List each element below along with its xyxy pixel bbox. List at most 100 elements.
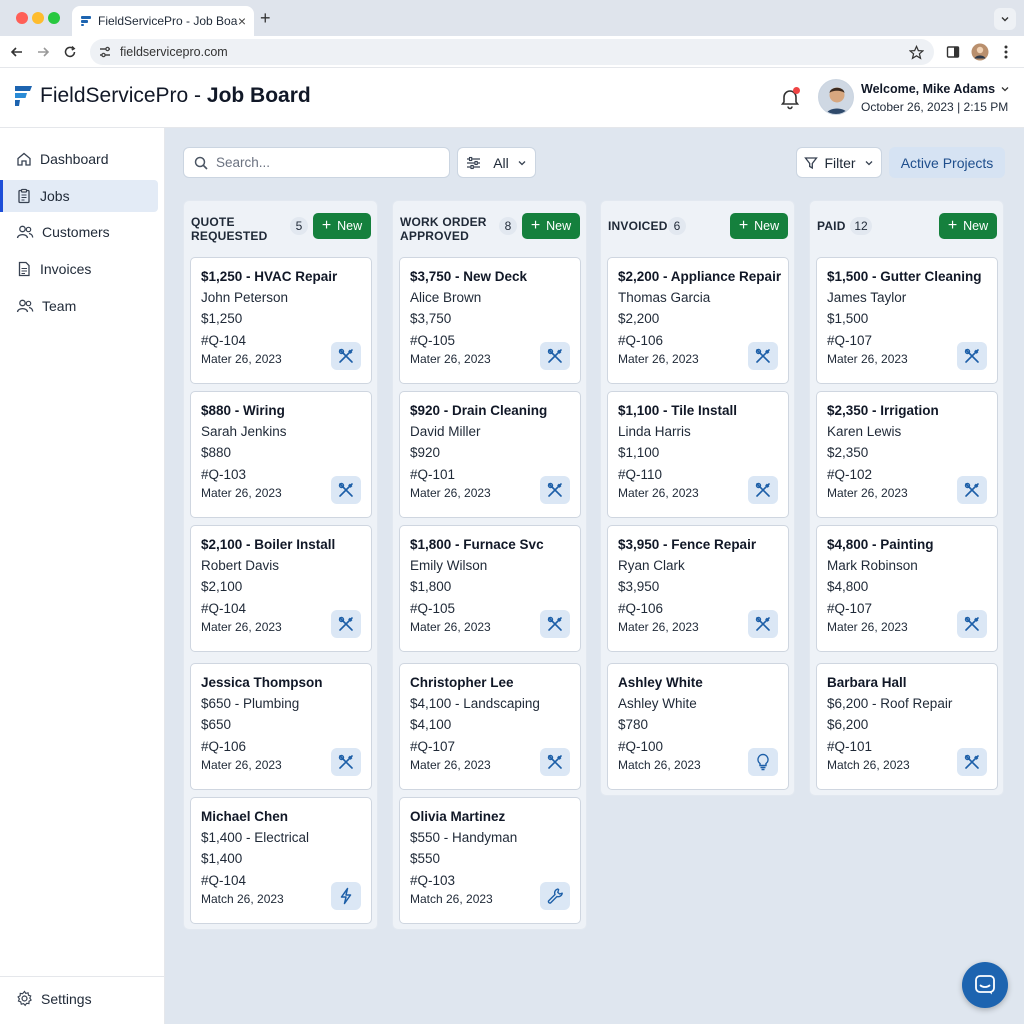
view-select[interactable]: All bbox=[457, 147, 536, 178]
tab-menu-button[interactable] bbox=[994, 8, 1016, 30]
job-card[interactable]: $2,200 - Appliance Repair Thomas Garcia $2… bbox=[607, 257, 789, 384]
chat-button[interactable] bbox=[962, 962, 1008, 1008]
column-title: QUOTE REQUESTED bbox=[191, 215, 268, 243]
tools-icon[interactable] bbox=[331, 748, 361, 776]
tools-icon[interactable] bbox=[748, 610, 778, 638]
filter-label: Filter bbox=[824, 154, 856, 171]
new-job-button[interactable]: + New bbox=[522, 213, 580, 239]
avatar[interactable] bbox=[818, 79, 854, 115]
url-field[interactable]: fieldservicepro.com bbox=[90, 39, 934, 65]
new-job-button[interactable]: + New bbox=[313, 213, 371, 239]
search-box[interactable] bbox=[183, 147, 450, 178]
tools-icon[interactable] bbox=[331, 342, 361, 370]
lightbulb-icon[interactable] bbox=[748, 748, 778, 776]
sidebar-item-customers[interactable]: Customers bbox=[0, 216, 158, 248]
job-card[interactable]: $2,100 - Boiler Install Robert Davis $2,10… bbox=[190, 525, 372, 652]
welcome-text: Welcome, Mike Adams bbox=[861, 82, 996, 96]
tools-icon[interactable] bbox=[748, 476, 778, 504]
bookmark-star-button[interactable] bbox=[906, 42, 926, 62]
browser-tab[interactable]: FieldServicePro - Job Board × bbox=[72, 6, 254, 36]
new-job-button[interactable]: + New bbox=[939, 213, 997, 239]
settings-link[interactable]: Settings bbox=[16, 990, 92, 1007]
card-subtitle: $6,200 - Roof Repair bbox=[827, 696, 953, 711]
job-card[interactable]: Olivia Martinez $550 - Handyman $550 #Q-103… bbox=[399, 797, 581, 924]
job-card[interactable]: $3,950 - Fence Repair Ryan Clark $3,950 #Q-… bbox=[607, 525, 789, 652]
tools-icon[interactable] bbox=[957, 476, 987, 504]
tools-icon[interactable] bbox=[957, 342, 987, 370]
wrench-icon[interactable] bbox=[540, 882, 570, 910]
column-count: 5 bbox=[290, 217, 308, 235]
window-maximize-dot[interactable] bbox=[48, 12, 60, 24]
forward-button[interactable] bbox=[33, 42, 53, 62]
job-card[interactable]: Christopher Lee $4,100 - Landscaping $4,10… bbox=[399, 663, 581, 790]
active-projects-button[interactable]: Active Projects bbox=[889, 147, 1005, 178]
tools-icon[interactable] bbox=[540, 748, 570, 776]
job-card[interactable]: $3,750 - New Deck Alice Brown $3,750 #Q-105… bbox=[399, 257, 581, 384]
chevron-down-icon bbox=[1001, 87, 1009, 92]
job-card[interactable]: Michael Chen $1,400 - Electrical $1,400 #Q-… bbox=[190, 797, 372, 924]
profile-button[interactable] bbox=[970, 42, 990, 62]
reload-button[interactable] bbox=[60, 42, 80, 62]
sidebar-item-label: Jobs bbox=[40, 188, 70, 204]
tools-icon[interactable] bbox=[748, 342, 778, 370]
tools-icon[interactable] bbox=[331, 610, 361, 638]
board-column: WORK ORDER APPROVED 8 + New $3,750 - New Dec… bbox=[392, 200, 587, 930]
side-panel-button[interactable] bbox=[943, 42, 963, 62]
sidebar-item-label: Invoices bbox=[40, 261, 92, 277]
job-card[interactable]: $4,800 - Painting Mark Robinson $4,800 #Q-1… bbox=[816, 525, 998, 652]
tools-icon[interactable] bbox=[331, 476, 361, 504]
card-title: $880 - Wiring bbox=[201, 403, 285, 418]
filter-icon bbox=[804, 156, 819, 169]
new-job-button[interactable]: + New bbox=[730, 213, 788, 239]
card-amount: $780 bbox=[618, 717, 649, 732]
page-title: FieldServicePro - Job Board bbox=[40, 84, 311, 108]
job-card[interactable]: $1,250 - HVAC Repair John Peterson $1,250 #… bbox=[190, 257, 372, 384]
tab-close-icon[interactable]: × bbox=[238, 13, 246, 29]
logo-icon bbox=[15, 86, 32, 106]
job-card[interactable]: Ashley White Ashley White $780 #Q-100 Match … bbox=[607, 663, 789, 790]
lightning-icon[interactable] bbox=[331, 882, 361, 910]
window-minimize-dot[interactable] bbox=[32, 12, 44, 24]
back-button[interactable] bbox=[7, 42, 27, 62]
brand[interactable]: FieldServicePro - Job Board bbox=[12, 84, 311, 108]
card-subtitle: John Peterson bbox=[201, 290, 289, 305]
sidebar-item-invoices[interactable]: Invoices bbox=[0, 253, 158, 285]
sidebar-item-team[interactable]: Team bbox=[0, 290, 158, 322]
plus-icon: + bbox=[321, 217, 332, 234]
sidebar-item-jobs[interactable]: Jobs bbox=[0, 180, 158, 212]
search-input[interactable] bbox=[216, 155, 436, 170]
kebab-menu-icon bbox=[1004, 45, 1008, 59]
tools-icon[interactable] bbox=[540, 342, 570, 370]
browser-menu-button[interactable] bbox=[996, 42, 1016, 62]
job-card[interactable]: $1,100 - Tile Install Linda Harris $1,100 #… bbox=[607, 391, 789, 518]
board-column: PAID 12 + New $1,500 - Gutter Cleaning James … bbox=[809, 200, 1004, 796]
card-title: $1,800 - Furnace Svc bbox=[410, 537, 544, 552]
job-card[interactable]: $920 - Drain Cleaning David Miller $920 #Q-… bbox=[399, 391, 581, 518]
job-card[interactable]: Jessica Thompson $650 - Plumbing $650 #Q-10… bbox=[190, 663, 372, 790]
job-card[interactable]: $2,350 - Irrigation Karen Lewis $2,350 #Q-1… bbox=[816, 391, 998, 518]
chevron-down-icon bbox=[1001, 17, 1009, 22]
new-button-label: New bbox=[546, 219, 572, 233]
job-card[interactable]: $1,500 - Gutter Cleaning James Taylor $1,5… bbox=[816, 257, 998, 384]
tools-icon[interactable] bbox=[540, 610, 570, 638]
card-title: Olivia Martinez bbox=[410, 809, 506, 824]
user-menu[interactable]: Welcome, Mike Adams October 26, 2023 | 2… bbox=[861, 82, 1010, 114]
job-card[interactable]: $1,800 - Furnace Svc Emily Wilson $1,800 #Q… bbox=[399, 525, 581, 652]
card-title: $1,250 - HVAC Repair bbox=[201, 269, 338, 284]
job-card[interactable]: Barbara Hall $6,200 - Roof Repair $6,200 #Q… bbox=[816, 663, 998, 790]
tools-icon[interactable] bbox=[957, 610, 987, 638]
notifications-button[interactable] bbox=[778, 86, 802, 110]
tools-icon[interactable] bbox=[540, 476, 570, 504]
window-close-dot[interactable] bbox=[16, 12, 28, 24]
card-title: $3,950 - Fence Repair bbox=[618, 537, 757, 552]
site-settings-icon bbox=[100, 46, 110, 58]
filter-button[interactable]: Filter bbox=[796, 147, 882, 178]
sidebar-item-label: Dashboard bbox=[40, 151, 109, 167]
app-header: FieldServicePro - Job Board Welcome, Mik… bbox=[0, 68, 1024, 128]
card-subtitle: Emily Wilson bbox=[410, 558, 488, 573]
sidebar-item-dashboard[interactable]: Dashboard bbox=[0, 143, 158, 175]
users-icon bbox=[16, 225, 34, 239]
tools-icon[interactable] bbox=[957, 748, 987, 776]
new-tab-button[interactable]: + bbox=[260, 8, 271, 29]
job-card[interactable]: $880 - Wiring Sarah Jenkins $880 #Q-103 Mate… bbox=[190, 391, 372, 518]
